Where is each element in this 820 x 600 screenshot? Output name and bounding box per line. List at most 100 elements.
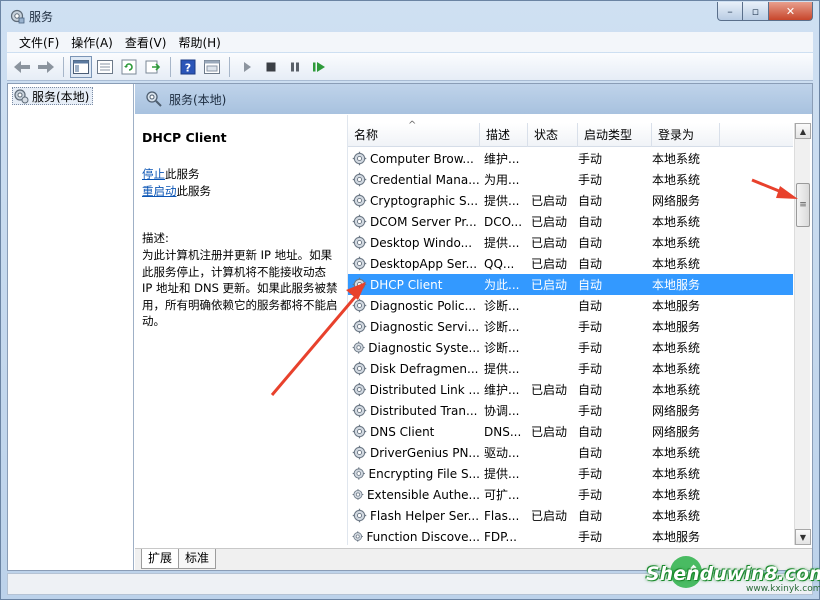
- cell-description: 协调...: [484, 404, 520, 418]
- column-header-description[interactable]: 描述: [480, 123, 528, 147]
- restart-service-button[interactable]: [308, 56, 330, 78]
- watermark-subtext: www.kxinyk.com: [746, 584, 820, 594]
- forward-button[interactable]: [35, 56, 57, 78]
- table-row[interactable]: DriverGenius PN... 驱动... 自动 本地系统: [348, 442, 793, 463]
- menu-bar: 文件(F) 操作(A) 查看(V) 帮助(H): [7, 32, 813, 52]
- toolbar: ?: [7, 53, 813, 81]
- tab-extended[interactable]: 扩展: [141, 549, 180, 569]
- export-list-button[interactable]: [142, 56, 164, 78]
- service-name: Credential Mana...: [370, 172, 480, 187]
- start-service-button[interactable]: [236, 56, 258, 78]
- pane-header: 服务(本地): [135, 84, 812, 114]
- title-bar[interactable]: 服务 – ▫ ✕: [1, 1, 819, 31]
- table-row[interactable]: DHCP Client 为此... 已启动 自动 本地服务: [348, 274, 793, 295]
- column-header-startup-type[interactable]: 启动类型: [578, 123, 652, 147]
- content-area: 服务(本地) 服务(本地) DHCP Client 停止此服务 重启动此服务 描…: [7, 83, 813, 571]
- table-row[interactable]: Distributed Link ... 维护... 已启动 自动 本地系统: [348, 379, 793, 400]
- maximize-button[interactable]: ▫: [743, 2, 769, 21]
- cell-name: Computer Brow...: [348, 151, 480, 166]
- cell-logon-as: 本地服务: [652, 530, 701, 544]
- table-row[interactable]: Encrypting File S... 提供... 手动 本地系统: [348, 463, 793, 484]
- table-row[interactable]: Diagnostic Polic... 诊断... 自动 本地服务: [348, 295, 793, 316]
- table-row[interactable]: DesktopApp Ser... QQ... 已启动 自动 本地系统: [348, 253, 793, 274]
- cell-logon-as: 本地系统: [652, 341, 701, 355]
- table-row[interactable]: Diagnostic Servi... 诊断... 手动 本地服务: [348, 316, 793, 337]
- properties-icon: [97, 59, 113, 74]
- tree-node-label: 服务(本地): [32, 89, 90, 104]
- service-gear-icon: [352, 277, 367, 292]
- back-button[interactable]: [11, 56, 33, 78]
- service-name: Disk Defragmen...: [370, 361, 479, 376]
- stop-service-button[interactable]: [260, 56, 282, 78]
- table-row[interactable]: Computer Brow... 维护... 手动 本地系统: [348, 148, 793, 169]
- scroll-thumb[interactable]: ≡: [796, 183, 810, 227]
- table-row[interactable]: Distributed Tran... 协调... 手动 网络服务: [348, 400, 793, 421]
- cell-description: Flas...: [484, 508, 520, 523]
- show-hide-tree-button[interactable]: [70, 55, 92, 78]
- toolbar-separator: [170, 56, 171, 77]
- cell-description: DCO...: [484, 214, 523, 229]
- cell-startup-type: 自动: [578, 194, 603, 208]
- watermark-text: Shenduwin8.com: [646, 563, 820, 585]
- console-tree: 服务(本地): [8, 84, 134, 570]
- pane-header-title: 服务(本地): [169, 92, 227, 107]
- caption-buttons: – ▫ ✕: [717, 2, 813, 22]
- menu-view[interactable]: 查看(V): [119, 34, 173, 51]
- toolbar-separator: [63, 56, 64, 77]
- cell-name: Disk Defragmen...: [348, 361, 480, 376]
- cell-status: 已启动: [531, 194, 568, 208]
- properties-button[interactable]: [94, 56, 116, 78]
- cell-status: 已启动: [531, 236, 568, 250]
- cell-name: Flash Helper Ser...: [348, 508, 480, 523]
- column-header-name[interactable]: 名称: [348, 114, 480, 147]
- table-row[interactable]: Flash Helper Ser... Flas... 已启动 自动 本地系统: [348, 505, 793, 526]
- cell-startup-type: 手动: [578, 362, 603, 376]
- up-arrow-icon: ▲: [799, 126, 807, 136]
- close-button[interactable]: ✕: [769, 2, 813, 21]
- table-row[interactable]: DCOM Server Pr... DCO... 已启动 自动 本地系统: [348, 211, 793, 232]
- table-row[interactable]: Desktop Windo... 提供... 已启动 自动 本地系统: [348, 232, 793, 253]
- stop-service-link[interactable]: 停止: [142, 167, 165, 181]
- menu-action[interactable]: 操作(A): [65, 34, 119, 51]
- table-row[interactable]: Function Discove... FDP... 手动 本地服务: [348, 526, 793, 547]
- table-row[interactable]: Diagnostic Syste... 诊断... 手动 本地系统: [348, 337, 793, 358]
- cell-name: Extensible Authe...: [348, 487, 480, 502]
- table-row[interactable]: DNS Client DNS... 已启动 自动 网络服务: [348, 421, 793, 442]
- table-row[interactable]: Cryptographic S... 提供... 已启动 自动 网络服务: [348, 190, 793, 211]
- cell-description: 诊断...: [484, 341, 520, 355]
- cell-description: DNS...: [484, 424, 522, 439]
- cell-startup-type: 自动: [578, 383, 603, 397]
- cell-description: 提供...: [484, 194, 520, 208]
- vertical-scrollbar[interactable]: ▲ ≡ ▼: [794, 123, 811, 545]
- refresh-button[interactable]: [118, 56, 140, 78]
- cell-startup-type: 手动: [578, 404, 603, 418]
- pause-service-button[interactable]: [284, 56, 306, 78]
- services-gear-icon: [14, 89, 29, 104]
- table-row[interactable]: Disk Defragmen... 提供... 手动 本地系统: [348, 358, 793, 379]
- tree-node-services-local[interactable]: 服务(本地): [12, 87, 94, 105]
- view-button[interactable]: [201, 56, 223, 78]
- column-header-status[interactable]: 状态: [528, 123, 578, 147]
- table-row[interactable]: Extensible Authe... 可扩... 手动 本地系统: [348, 484, 793, 505]
- cell-name: DHCP Client: [348, 277, 480, 292]
- menu-help[interactable]: 帮助(H): [172, 34, 226, 51]
- service-name: Flash Helper Ser...: [370, 508, 480, 523]
- table-row[interactable]: Credential Mana... 为用... 手动 本地系统: [348, 169, 793, 190]
- console-tree-icon: [73, 59, 89, 74]
- services-gear-icon: [10, 9, 25, 24]
- column-header-logon-as[interactable]: 登录为: [652, 123, 720, 147]
- service-gear-icon: [352, 341, 365, 354]
- cell-name: Diagnostic Polic...: [348, 298, 480, 313]
- help-button[interactable]: ?: [177, 56, 199, 78]
- menu-file[interactable]: 文件(F): [13, 34, 65, 51]
- scroll-down-button[interactable]: ▼: [795, 529, 811, 545]
- cell-status: 已启动: [531, 257, 568, 271]
- service-gear-icon: [352, 193, 367, 208]
- tab-standard[interactable]: 标准: [178, 549, 217, 569]
- pause-icon: [291, 62, 299, 71]
- minimize-button[interactable]: –: [717, 2, 743, 21]
- cell-logon-as: 网络服务: [652, 404, 701, 418]
- scroll-up-button[interactable]: ▲: [795, 123, 811, 139]
- cell-name: Distributed Tran...: [348, 403, 480, 418]
- restart-service-link[interactable]: 重启动: [142, 184, 177, 198]
